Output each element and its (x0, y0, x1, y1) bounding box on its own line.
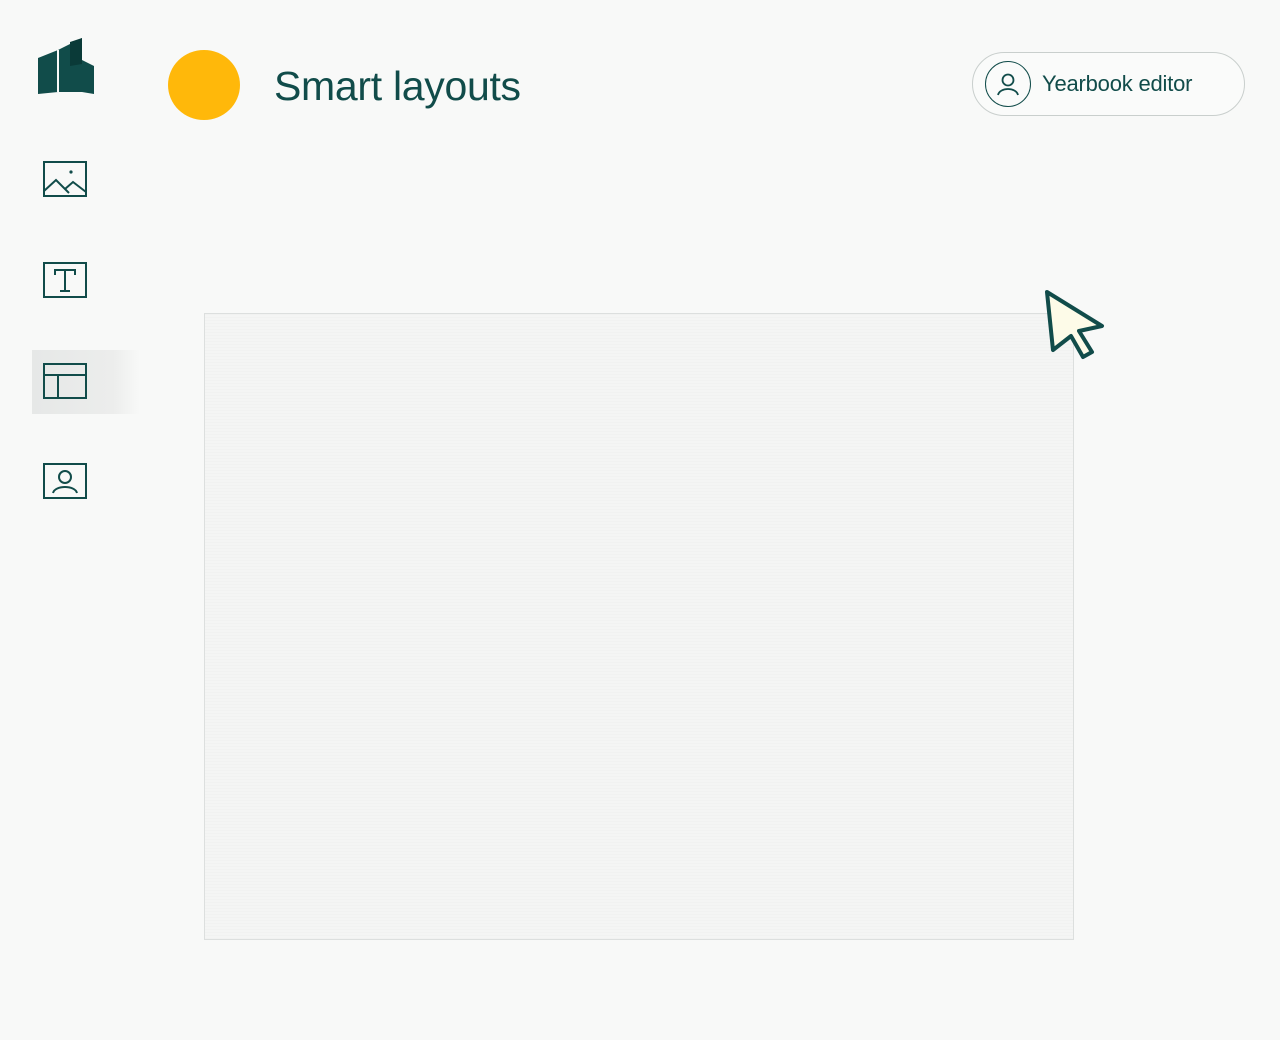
sidebar-item-layouts[interactable] (32, 350, 140, 414)
sidebar (0, 0, 140, 1040)
role-label: Yearbook editor (1042, 71, 1193, 96)
layout-canvas[interactable] (204, 313, 1074, 940)
accent-dot (168, 50, 240, 120)
sidebar-item-photos[interactable] (32, 148, 140, 212)
layout-icon (43, 363, 87, 399)
page-title: Smart layouts (274, 63, 521, 109)
user-icon (997, 73, 1019, 96)
book-logo (38, 38, 94, 94)
cursor-icon (1045, 290, 1104, 359)
image-icon (43, 161, 87, 197)
role-selector-button[interactable]: Yearbook editor (972, 52, 1245, 116)
text-icon (43, 262, 87, 298)
avatar (985, 61, 1031, 107)
sidebar-item-portraits[interactable] (32, 450, 140, 514)
portrait-icon (43, 463, 87, 499)
sidebar-item-text[interactable] (32, 249, 140, 313)
